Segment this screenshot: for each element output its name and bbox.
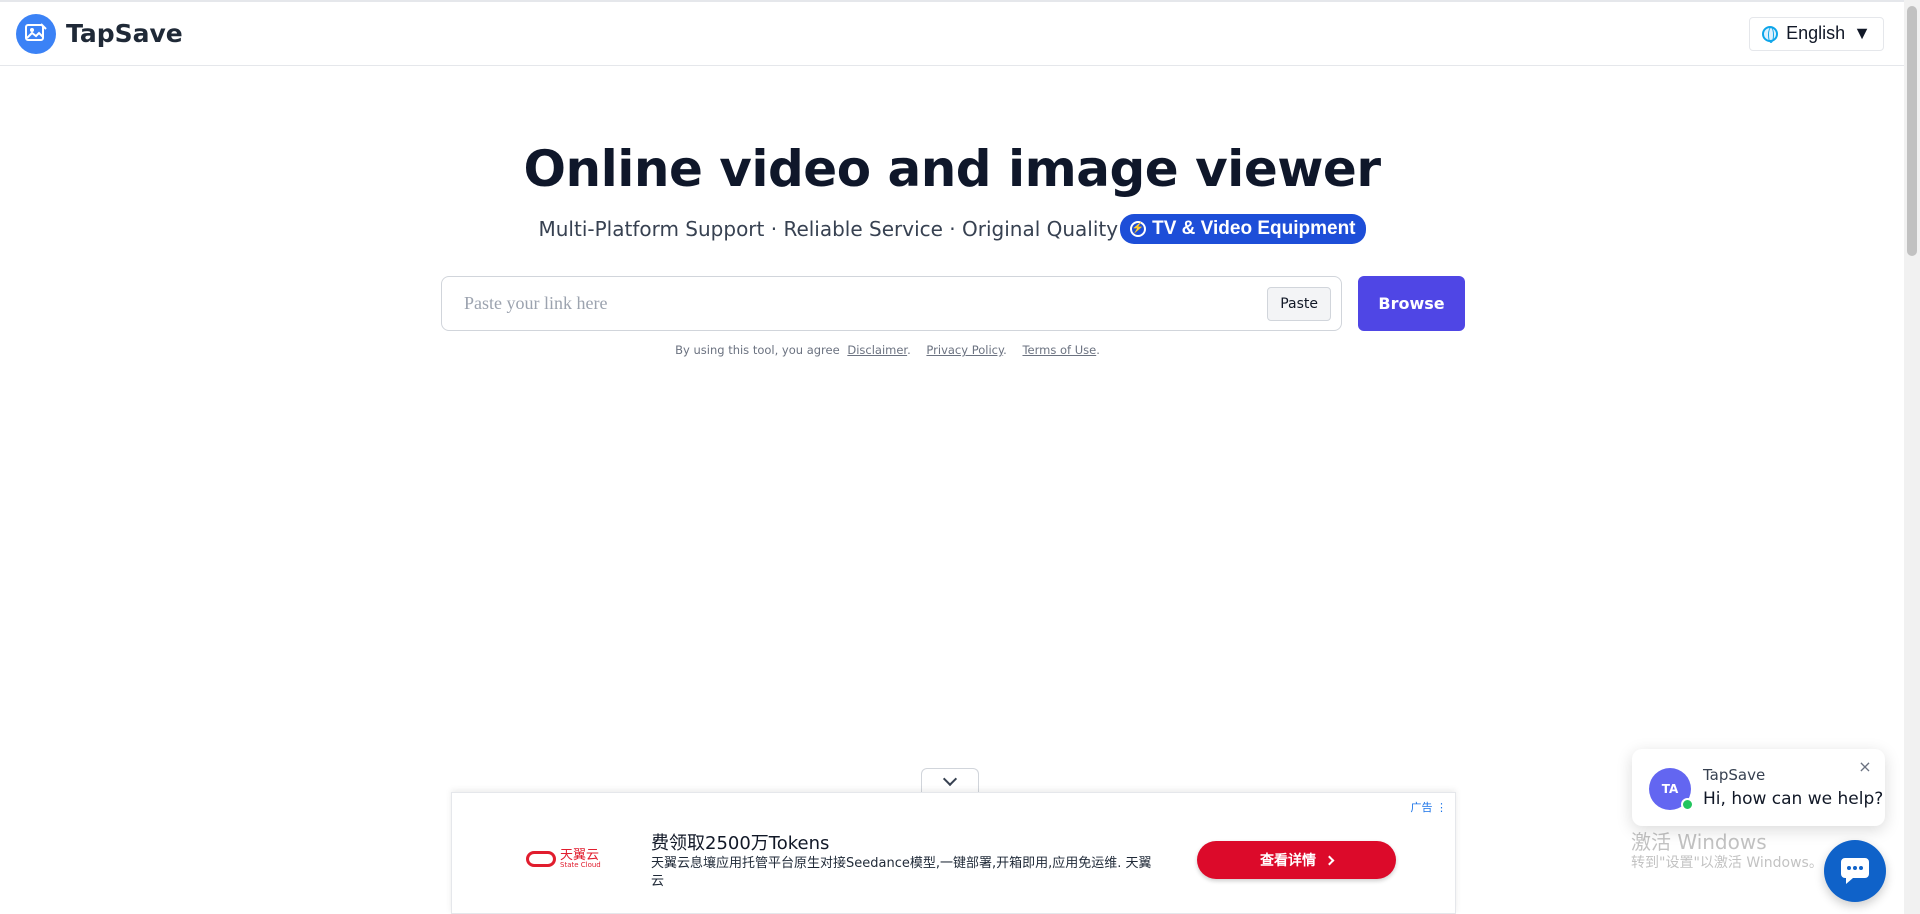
close-icon[interactable]: × — [1857, 757, 1873, 776]
link-search-box: Paste — [441, 276, 1342, 331]
ad-title: 费领取2500万Tokens — [651, 833, 830, 854]
brand-name: TapSave — [66, 19, 183, 48]
cloud-icon — [526, 851, 556, 867]
ad-logo: 天翼云 State Cloud — [526, 849, 601, 869]
hero-subtitle: Multi-Platform Support · Reliable Servic… — [0, 214, 1904, 244]
caret-down-icon: ▼ — [1853, 23, 1871, 43]
tv-equipment-badge[interactable]: ⚡ TV & Video Equipment — [1120, 214, 1366, 244]
ad-cta-label: 查看详情 — [1260, 853, 1316, 869]
chat-popup[interactable]: TA TapSave Hi, how can we help? × — [1632, 749, 1885, 826]
browse-button[interactable]: Browse — [1358, 276, 1465, 331]
chat-launcher-button[interactable] — [1824, 840, 1886, 902]
ad-cta-button[interactable]: 查看详情 — [1197, 841, 1396, 879]
chat-bubble-icon — [1841, 858, 1869, 884]
page-scrollbar[interactable] — [1904, 0, 1920, 914]
activation-watermark-subtitle: 转到"设置"以激活 Windows。 — [1631, 855, 1823, 871]
page-title: Online video and image viewer — [523, 140, 1381, 198]
online-status-icon — [1681, 798, 1694, 811]
ad-label[interactable]: 广告 ⋮ — [1411, 799, 1448, 815]
bolt-icon: ⚡ — [1130, 221, 1147, 237]
chat-agent-name: TapSave — [1703, 766, 1766, 784]
language-select[interactable]: English ▼ — [1749, 16, 1884, 51]
paste-button[interactable]: Paste — [1267, 286, 1331, 321]
site-header: TapSave English ▼ — [0, 0, 1904, 66]
chat-message: Hi, how can we help? — [1703, 789, 1884, 809]
privacy-policy-link[interactable]: Privacy Policy — [926, 343, 1003, 357]
image-logo-icon — [16, 13, 56, 54]
brand[interactable]: TapSave — [16, 13, 183, 54]
badge-label: TV & Video Equipment — [1152, 218, 1356, 239]
agreement-prefix: By using this tool, you agree — [675, 343, 840, 357]
activation-watermark-title: 激活 Windows — [1631, 830, 1767, 854]
scrollbar-thumb[interactable] — [1907, 6, 1917, 256]
globe-icon — [1762, 25, 1779, 43]
ad-collapse-toggle[interactable] — [921, 768, 979, 794]
disclaimer-link[interactable]: Disclaimer — [847, 343, 907, 357]
subtitle-text: Multi-Platform Support · Reliable Servic… — [538, 217, 1119, 241]
terms-of-use-link[interactable]: Terms of Use — [1022, 343, 1096, 357]
link-input[interactable] — [464, 293, 1268, 314]
ad-banner[interactable]: 广告 ⋮ 天翼云 State Cloud 费领取2500万Tokens 天翼云息… — [451, 792, 1456, 914]
language-label: English — [1786, 23, 1846, 43]
ad-logo-subtext: State Cloud — [560, 861, 601, 869]
ad-description: 天翼云息壤应用托管平台原生对接Seedance模型,一键部署,开箱即用,应用免运… — [651, 856, 1152, 889]
agreement-text: By using this tool, you agree Disclaimer… — [675, 343, 1100, 357]
chevron-down-icon — [942, 771, 958, 787]
chevron-right-icon — [1324, 855, 1335, 865]
